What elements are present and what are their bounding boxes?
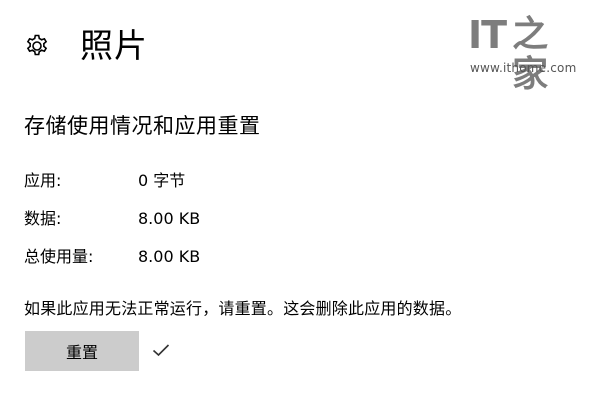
watermark-logo: IT 之家 [468, 15, 580, 95]
settings-page: 照片 IT 之家 www.ithome.com 存储使用情况和应用重置 应用: … [0, 0, 600, 393]
watermark-logo-char: 之家 [512, 14, 549, 95]
reset-description: 如果此应用无法正常运行，请重置。这会删除此应用的数据。 [24, 299, 462, 318]
stat-row-app: 应用: 0 字节 [24, 170, 185, 192]
gear-icon [26, 34, 48, 56]
stat-label: 总使用量: [24, 247, 94, 266]
stat-value: 0 字节 [138, 171, 186, 190]
stat-value: 8.00 KB [138, 209, 201, 228]
watermark-logo-text: IT [468, 13, 507, 57]
page-header: 照片 [24, 26, 148, 66]
stat-value: 8.00 KB [138, 247, 201, 266]
stat-label: 应用: [24, 171, 62, 190]
checkmark-icon [152, 344, 170, 357]
watermark-url: www.ithome.com [470, 61, 577, 75]
reset-button[interactable]: 重置 [25, 331, 139, 371]
stat-row-data: 数据: 8.00 KB [24, 208, 200, 230]
app-title: 照片 [80, 26, 148, 65]
stat-row-total: 总使用量: 8.00 KB [24, 246, 200, 268]
storage-section-title: 存储使用情况和应用重置 [24, 114, 261, 138]
ithome-watermark: IT 之家 www.ithome.com [466, 13, 580, 95]
stat-label: 数据: [24, 209, 62, 228]
